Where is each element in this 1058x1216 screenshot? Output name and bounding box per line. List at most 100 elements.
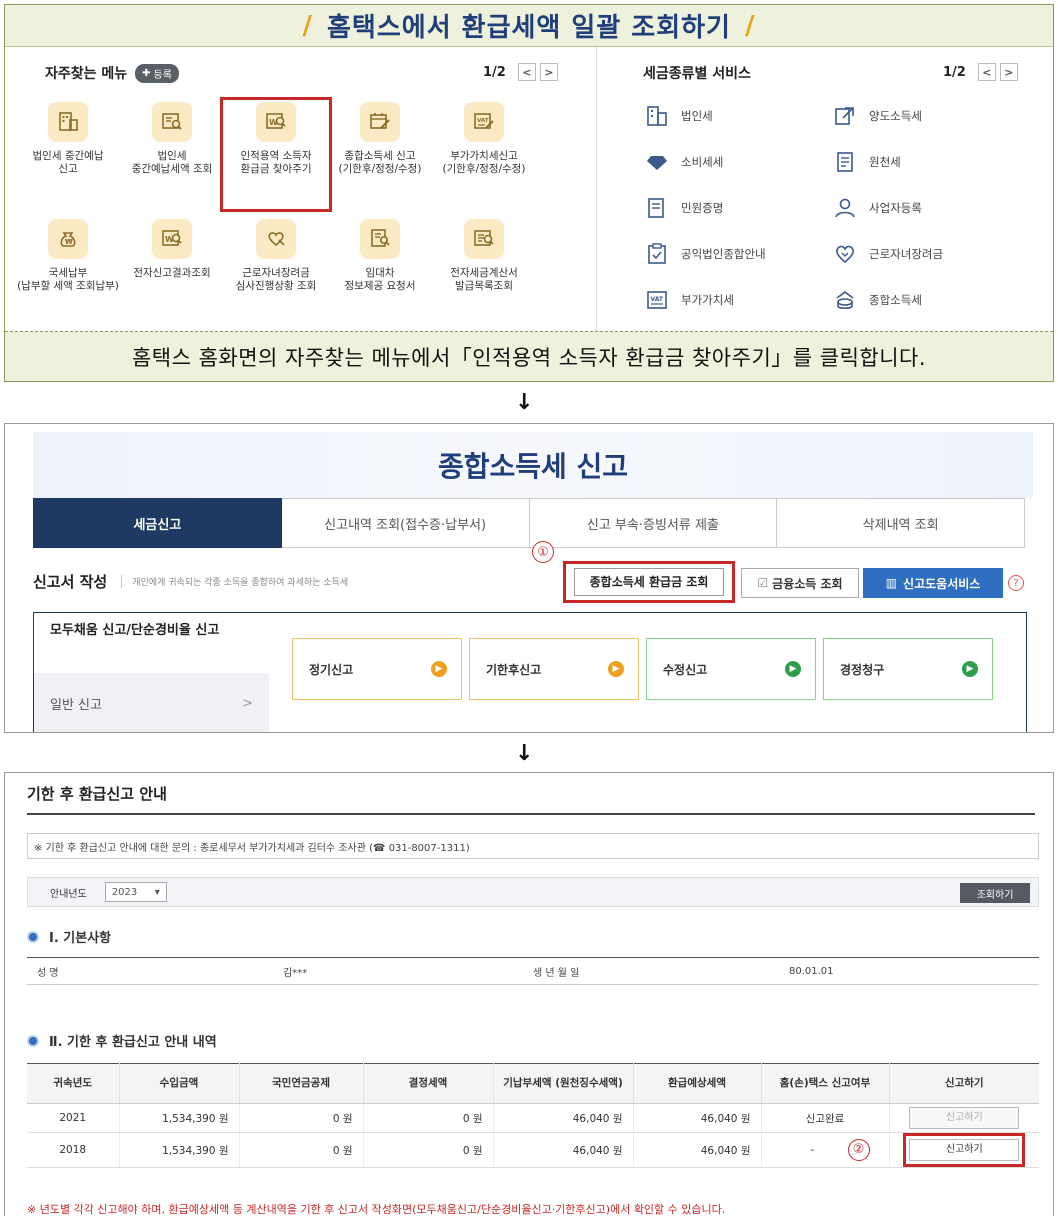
service-label: 근로자녀장려금 xyxy=(869,246,944,261)
svg-text:₩: ₩ xyxy=(65,238,73,246)
page-title: 기한 후 환급신고 안내 xyxy=(27,785,167,803)
person-icon xyxy=(835,198,855,217)
tax-type-services: 세금종류별 서비스 1/2 < > 법인세 양도소득세 소비세세 원천세 민원증… xyxy=(597,47,1053,332)
register-button[interactable]: ✚ 등록 xyxy=(135,63,179,83)
fav-item-national-tax-payment[interactable]: ₩ 국세납부 (납부할 세액 조회납부) xyxy=(17,219,119,324)
certificate-icon xyxy=(648,197,664,218)
help-label: 신고도움서비스 xyxy=(903,576,981,591)
cell-year: 2018 xyxy=(27,1132,120,1168)
fav-label-line2: 정보제공 요청서 xyxy=(344,280,416,292)
next-page-button[interactable]: > xyxy=(539,63,558,81)
col-action: 신고하기 xyxy=(889,1063,1039,1104)
favorites-page-indicator: 1/2 xyxy=(483,64,506,80)
prev-page-button[interactable]: < xyxy=(517,63,536,81)
fav-label-line1: 법인세 중간예납 xyxy=(32,150,104,162)
service-withholding-tax[interactable]: 원천세 xyxy=(833,148,1021,175)
cell-tax: 0 원 xyxy=(363,1132,494,1168)
fav-item-vat-report[interactable]: VAT 부가가치세신고 (기한후/정정/수정) xyxy=(433,102,535,207)
side-general-label: 일반 신고 xyxy=(50,697,102,713)
cell-prepaid: 46,040 원 xyxy=(493,1132,634,1168)
service-label: 사업자등록 xyxy=(869,200,922,215)
tab-deleted-history[interactable]: 삭제내역 조회 xyxy=(777,498,1025,548)
fav-label-line1: 전자세금계산서 xyxy=(450,267,518,279)
vat-pen-icon: VAT xyxy=(464,102,504,142)
header-slash-right: / xyxy=(744,10,756,41)
service-label: 종합소득세 xyxy=(869,292,922,307)
service-public-interest-corp[interactable]: 공익법인종합안내 xyxy=(645,240,833,267)
file-report-button-disabled[interactable]: 신고하기 xyxy=(909,1107,1020,1129)
service-label: 부가가치세 xyxy=(681,292,734,307)
next-page-button[interactable]: > xyxy=(999,63,1018,81)
document-icon xyxy=(48,102,88,142)
cell-status: 신고완료 xyxy=(761,1103,890,1133)
fav-item-lease-info-request[interactable]: 임대차 정보제공 요청서 xyxy=(329,219,431,324)
income-tax-refund-lookup-button[interactable]: 종합소득세 환급금 조회 xyxy=(574,568,724,596)
help-service-button[interactable]: ▥ 신고도움서비스 xyxy=(863,568,1003,598)
bullet-icon xyxy=(27,930,39,943)
section-description: 개인에게 귀속되는 각종 소득을 종합하여 과세하는 소득세 xyxy=(121,574,348,588)
fav-label-line2: (납부할 세액 조회납부) xyxy=(17,280,119,292)
section-basic-title: Ⅰ. 기본사항 xyxy=(49,931,112,946)
fav-label-line1: 종합소득세 신고 xyxy=(344,150,416,162)
fav-label-line2: 발급목록조회 xyxy=(455,280,513,292)
year-select[interactable]: 2023 ▾ xyxy=(104,882,167,902)
status-value: - xyxy=(810,1144,815,1156)
report-tabs: 세금신고 신고내역 조회(접수증·납부서) 신고 부속·증빙서류 제출 삭제내역… xyxy=(33,498,1025,548)
step-marker-1: ① xyxy=(532,541,554,563)
fav-item-service-income-refund-finder[interactable]: W 인적용역 소득자 환급금 찾아주기 xyxy=(220,97,332,212)
side-item-general[interactable]: 일반 신고 > xyxy=(34,673,269,732)
svg-text:VAT: VAT xyxy=(477,118,489,124)
service-certificates[interactable]: 민원증명 xyxy=(645,194,833,221)
service-business-registration[interactable]: 사업자등록 xyxy=(833,194,1021,221)
header-slash-left: / xyxy=(302,10,314,41)
col-year: 귀속년도 xyxy=(27,1063,120,1104)
fav-item-corp-interim-report[interactable]: 법인세 중간예납 신고 xyxy=(17,102,119,207)
down-arrow-icon: ↓ xyxy=(515,390,534,415)
service-child-credit[interactable]: 근로자녀장려금 xyxy=(833,240,1021,267)
cell-prepaid: 46,040 원 xyxy=(493,1103,634,1133)
service-income-tax[interactable]: 종합소득세 xyxy=(833,286,1021,313)
service-label: 원천세 xyxy=(869,154,901,169)
fav-item-e-invoice-list[interactable]: 전자세금계산서 발급목록조회 xyxy=(433,219,535,324)
regular-report-card[interactable]: 정기신고 ▶ xyxy=(292,638,462,700)
cell-refund: 46,040 원 xyxy=(633,1132,762,1168)
file-report-button[interactable]: 신고하기 xyxy=(909,1139,1020,1161)
fav-label-line1: 전자신고결과조회 xyxy=(133,267,211,279)
year-filter-bar: 안내년도 2023 ▾ 조회하기 xyxy=(27,877,1039,907)
page-title: 종합소득세 신고 xyxy=(437,450,629,483)
fav-item-e-filing-result[interactable]: W 전자신고결과조회 xyxy=(121,219,223,324)
fav-label-line2: 중간예납세액 조회 xyxy=(131,163,213,175)
service-consumption-tax[interactable]: 소비세세 xyxy=(645,148,833,175)
name-value: 김*** xyxy=(283,967,308,979)
service-corporate-tax[interactable]: 법인세 xyxy=(645,102,833,129)
fav-item-child-credit-status[interactable]: 근로자녀장려금 심사진행상황 조회 xyxy=(225,219,327,324)
fav-item-income-tax-report[interactable]: 종합소득세 신고 (기한후/정정/수정) xyxy=(329,102,431,207)
cell-status: - ② xyxy=(761,1132,890,1168)
transfer-icon xyxy=(835,106,854,125)
tab-report-history[interactable]: 신고내역 조회(접수증·납부서) xyxy=(281,498,530,548)
fav-label-line2: (기한후/정정/수정) xyxy=(338,163,422,175)
tab-attachments[interactable]: 신고 부속·증빙서류 제출 xyxy=(529,498,778,548)
search-button[interactable]: 조회하기 xyxy=(960,883,1030,903)
cell-year: 2021 xyxy=(27,1103,120,1133)
favorites-pager: 1/2 < > xyxy=(483,63,558,81)
late-report-card[interactable]: 기한후신고 ▶ xyxy=(469,638,639,700)
heart-hand-icon xyxy=(256,219,296,259)
service-vat[interactable]: VAT 부가가치세 xyxy=(645,286,833,313)
amended-report-card[interactable]: 수정신고 ▶ xyxy=(646,638,816,700)
prev-page-button[interactable]: < xyxy=(977,63,996,81)
side-item-prefilled[interactable]: 모두채움 신고/단순경비율 신고 xyxy=(34,613,274,673)
section-refund-title: Ⅱ. 기한 후 환급신고 안내 내역 xyxy=(49,1035,217,1050)
cell-pension: 0 원 xyxy=(239,1103,364,1133)
financial-income-lookup-button[interactable]: ☑ 금융소득 조회 xyxy=(741,568,859,598)
favorites-panel: / 홈택스에서 환급세액 일괄 조회하기 / 자주찾는 메뉴 ✚ 등록 1/2 … xyxy=(4,4,1054,382)
doc-search-icon xyxy=(360,219,400,259)
col-income: 수입금액 xyxy=(119,1063,240,1104)
correction-claim-card[interactable]: 경정청구 ▶ xyxy=(823,638,993,700)
service-capital-gains-tax[interactable]: 양도소득세 xyxy=(833,102,1021,129)
question-icon[interactable]: ? xyxy=(1008,575,1024,591)
tab-tax-report[interactable]: 세금신고 xyxy=(33,498,282,548)
section-title: 신고서 작성 xyxy=(33,572,108,591)
receipt-icon xyxy=(837,151,853,172)
fav-item-corp-interim-tax-lookup[interactable]: 법인세 중간예납세액 조회 xyxy=(121,102,223,207)
